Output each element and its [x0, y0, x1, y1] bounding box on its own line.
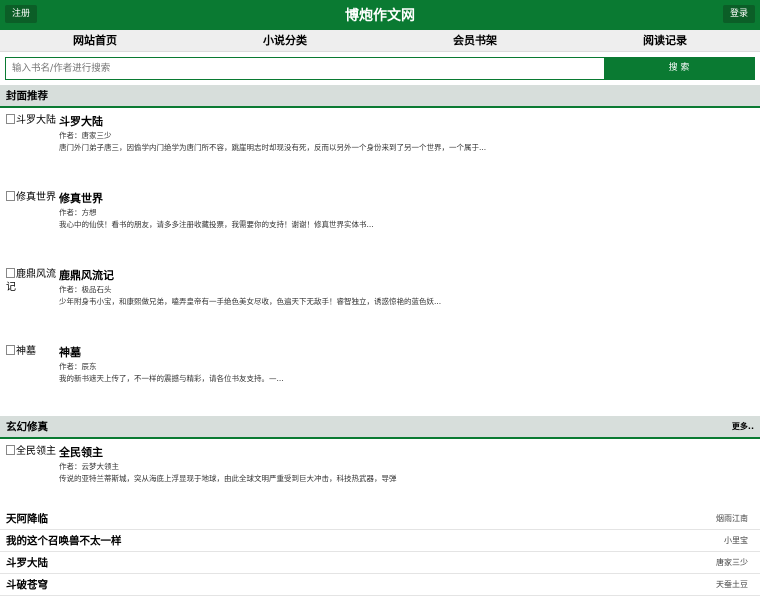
book-card[interactable]: 鹿鼎风流记 鹿鼎风流记 作者：极品石头 少年附身韦小宝，和康熙做兄弟，嗑弄皇帝有… [0, 262, 760, 339]
book-description: 唐门外门弟子唐三，因偷学内门绝学为唐门所不容，跳崖明志时却现没有死，反而以另外一… [59, 143, 487, 152]
main-nav: 网站首页 小说分类 会员书架 阅读记录 [0, 30, 760, 52]
book-card[interactable]: 斗罗大陆 斗罗大陆 作者：唐家三少 唐门外门弟子唐三，因偷学内门绝学为唐门所不容… [0, 108, 760, 185]
section-header-fantasy: 玄幻修真 更多.. [0, 416, 760, 439]
book-card[interactable]: 修真世界 修真世界 作者：方想 我心中的仙侠！看书的朋友，请多多注册收藏投票，我… [0, 185, 760, 262]
list-item-title[interactable]: 斗破苍穹 [6, 577, 48, 592]
section-title: 玄幻修真 [6, 421, 48, 433]
nav-history[interactable]: 阅读记录 [570, 30, 760, 51]
list-item-title[interactable]: 我的这个召唤兽不太一样 [6, 533, 122, 548]
featured-book-card[interactable]: 全民领主 全民领主 作者：云梦大领主 传说的亚特兰蒂斯城，突从海底上浮显现于地球… [0, 439, 760, 508]
list-item-title[interactable]: 天阿降临 [6, 511, 48, 526]
nav-categories[interactable]: 小说分类 [190, 30, 380, 51]
more-link[interactable]: 更多.. [732, 421, 754, 432]
section-header-cover: 封面推荐 [0, 85, 760, 108]
book-title[interactable]: 斗罗大陆 [59, 113, 103, 129]
search-button[interactable]: 搜 索 [604, 58, 754, 79]
book-description: 我的新书遮天上传了，不一样的震撼与精彩，请各位书友支持。—... [59, 374, 284, 383]
book-cover-image[interactable]: 鹿鼎风流记 [6, 268, 56, 294]
list-item-author: 唐家三少 [716, 558, 748, 567]
list-item-author: 小里宝 [724, 536, 748, 545]
login-button[interactable]: 登录 [722, 5, 755, 23]
book-title[interactable]: 修真世界 [59, 190, 103, 206]
cover-alt-text: 修真世界 [16, 192, 56, 203]
book-description: 少年附身韦小宝，和康熙做兄弟，嗑弄皇帝有一手绝色美女尽收，色遍天下无敌手！睿智独… [59, 297, 442, 306]
list-item-author: 烟雨江南 [716, 514, 748, 523]
list-item-author: 天蚕土豆 [716, 580, 748, 589]
book-description: 传说的亚特兰蒂斯城，突从海底上浮显现于地球，由此全球文明严重受到巨大冲击，科技热… [59, 474, 397, 483]
book-title[interactable]: 鹿鼎风流记 [59, 267, 114, 283]
section-title: 封面推荐 [6, 90, 48, 102]
cover-alt-text: 全民领主 [16, 446, 56, 457]
site-title[interactable]: 博炮作文网 [345, 5, 415, 25]
book-cover-image[interactable]: 修真世界 [6, 191, 56, 204]
book-title[interactable]: 全民领主 [59, 444, 103, 460]
book-title[interactable]: 神墓 [59, 344, 81, 360]
book-author: 作者：云梦大领主 [59, 462, 119, 471]
broken-image-icon [6, 268, 15, 278]
nav-bookshelf[interactable]: 会员书架 [380, 30, 570, 51]
book-author: 作者：辰东 [59, 362, 97, 371]
cover-book-list: 斗罗大陆 斗罗大陆 作者：唐家三少 唐门外门弟子唐三，因偷学内门绝学为唐门所不容… [0, 108, 760, 416]
search-input[interactable] [6, 58, 604, 79]
list-item-title[interactable]: 斗罗大陆 [6, 555, 48, 570]
search-bar: 搜 索 [5, 57, 755, 80]
book-author: 作者：唐家三少 [59, 131, 112, 140]
list-item[interactable]: 天阿降临 烟雨江南 [0, 508, 760, 530]
list-item[interactable]: 斗破苍穹 天蚕土豆 [0, 574, 760, 596]
list-item[interactable]: 斗罗大陆 唐家三少 [0, 552, 760, 574]
book-cover-image[interactable]: 全民领主 [6, 445, 56, 458]
book-author: 作者：方想 [59, 208, 97, 217]
book-card[interactable]: 神墓 神墓 作者：辰东 我的新书遮天上传了，不一样的震撼与精彩，请各位书友支持。… [0, 339, 760, 416]
nav-home[interactable]: 网站首页 [0, 30, 190, 51]
broken-image-icon [6, 114, 15, 124]
top-bar: 注册 博炮作文网 登录 [0, 0, 760, 30]
broken-image-icon [6, 445, 15, 455]
broken-image-icon [6, 345, 15, 355]
book-author: 作者：极品石头 [59, 285, 112, 294]
broken-image-icon [6, 191, 15, 201]
cover-alt-text: 神墓 [16, 346, 36, 357]
book-list: 天阿降临 烟雨江南 我的这个召唤兽不太一样 小里宝 斗罗大陆 唐家三少 斗破苍穹… [0, 508, 760, 596]
cover-alt-text: 斗罗大陆 [16, 115, 56, 126]
book-cover-image[interactable]: 斗罗大陆 [6, 114, 56, 127]
book-description: 我心中的仙侠！看书的朋友，请多多注册收藏投票，我需要你的支持！谢谢！修真世界实体… [59, 220, 374, 229]
register-button[interactable]: 注册 [5, 5, 38, 23]
book-cover-image[interactable]: 神墓 [6, 345, 56, 358]
list-item[interactable]: 我的这个召唤兽不太一样 小里宝 [0, 530, 760, 552]
